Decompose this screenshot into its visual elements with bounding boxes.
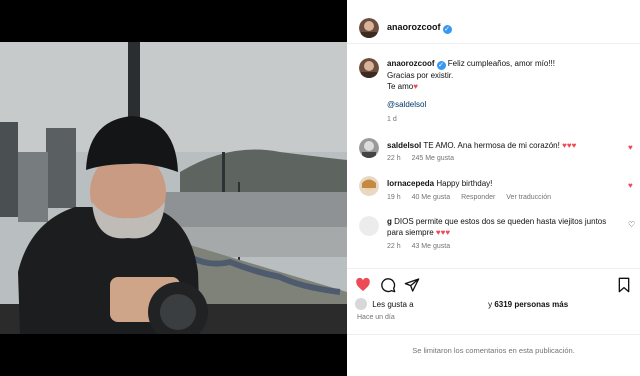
comment-time: 22 h	[387, 155, 401, 162]
verified-icon: ✓	[436, 61, 446, 70]
comment-like-heart-icon[interactable]: ♥	[628, 181, 633, 190]
post-header: anaorozcoof ✓	[347, 0, 640, 44]
comment-1: saldelsol TE AMO. Ana hermosa de mi cora…	[387, 140, 627, 151]
comment-meta: 19 h 40 Me gusta Responder Ver traducció…	[387, 194, 560, 201]
comment-text: DIOS permite que estos dos se queden has…	[387, 217, 607, 237]
save-icon[interactable]	[616, 277, 632, 293]
likes-count[interactable]: 6319 personas más	[494, 300, 568, 309]
likes-and: y	[488, 300, 493, 309]
reply-link[interactable]: Responder	[461, 194, 495, 201]
comment-2: lornacepeda Happy birthday!	[387, 178, 627, 189]
comment-username[interactable]: g	[387, 217, 392, 226]
comment-3: g DIOS permite que estos dos se queden h…	[387, 216, 619, 238]
comment-meta: 22 h 43 Me gusta	[387, 243, 459, 250]
comment-text: Happy birthday!	[436, 179, 493, 188]
caption-username[interactable]: anaorozcoof	[387, 59, 435, 68]
caption-avatar[interactable]	[359, 58, 379, 78]
header-username-text[interactable]: anaorozcoof	[387, 22, 441, 32]
header-username[interactable]: anaorozcoof ✓	[387, 22, 452, 34]
caption-mention[interactable]: @saldelsol	[387, 100, 426, 109]
translate-link[interactable]: Ver traducción	[506, 194, 551, 201]
caption-line-2: Gracias por existir.	[387, 71, 454, 80]
comment-avatar[interactable]	[359, 138, 379, 158]
verified-icon: ✓	[442, 25, 452, 34]
caption-line-1: Feliz cumpleaños, amor mío!!!	[447, 59, 555, 68]
photo-bottom-bar	[0, 334, 347, 376]
comment-like-heart-icon[interactable]: ♡	[628, 220, 635, 229]
post-panel: anaorozcoof ✓ anaorozcoof ✓ Feliz cumpleañ…	[347, 0, 640, 376]
likes-summary[interactable]: Les gusta a y 6319 personas más	[355, 298, 568, 310]
comment-hearts: ♥♥♥	[435, 228, 451, 237]
photo-scene	[0, 42, 347, 334]
likes-prefix: Les gusta a	[372, 300, 414, 309]
liker-avatar	[355, 298, 367, 310]
comment-likes[interactable]: 245 Me gusta	[412, 155, 454, 162]
caption-age: 1 d	[387, 116, 397, 123]
post-date: Hace un día	[357, 314, 395, 321]
comment-username[interactable]: lornacepeda	[387, 179, 434, 188]
comment-avatar[interactable]	[359, 216, 379, 236]
comment-text: TE AMO. Ana hermosa de mi corazón!	[423, 141, 560, 150]
caption-line-3: Te amo	[387, 82, 414, 91]
comment-time: 19 h	[387, 194, 401, 201]
author-avatar[interactable]	[359, 18, 379, 38]
comment-likes[interactable]: 43 Me gusta	[412, 243, 451, 250]
comments-limited-notice: Se limitaron los comentarios en esta pub…	[347, 334, 640, 376]
comment-avatar[interactable]	[359, 176, 379, 196]
post-photo	[0, 42, 347, 334]
comment-likes[interactable]: 40 Me gusta	[412, 194, 451, 201]
comment-time: 22 h	[387, 243, 401, 250]
action-bar	[347, 268, 640, 300]
comment-like-heart-icon[interactable]: ♥	[628, 143, 633, 152]
comment-username[interactable]: saldelsol	[387, 141, 421, 150]
comment-meta: 22 h 245 Me gusta	[387, 155, 463, 162]
heart-icon[interactable]	[355, 277, 371, 293]
heart-emoji: ♥	[413, 82, 418, 91]
comment-icon[interactable]	[380, 277, 396, 293]
comment-hearts: ♥♥♥	[562, 141, 577, 150]
share-icon[interactable]	[404, 277, 420, 293]
caption: anaorozcoof ✓ Feliz cumpleaños, amor mío!…	[387, 58, 627, 92]
